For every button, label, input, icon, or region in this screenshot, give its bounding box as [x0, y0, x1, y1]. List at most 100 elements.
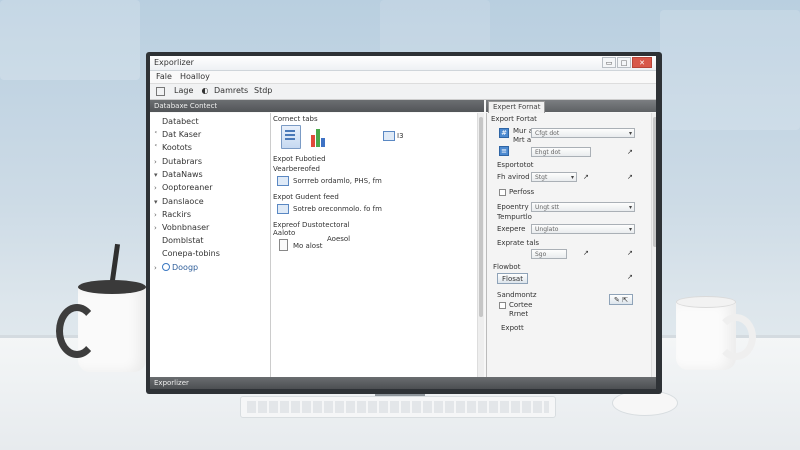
tree-item-label: Kootots	[162, 143, 192, 152]
chevron-down-icon: ▾	[628, 204, 632, 211]
tree-item-selected[interactable]: › Doogp	[154, 263, 198, 272]
export-format-icon[interactable]	[277, 204, 289, 214]
tree-item[interactable]: Conepa-tobins	[162, 249, 220, 258]
vertical-scrollbar[interactable]	[651, 113, 656, 383]
chevron-icon: ›	[154, 184, 157, 192]
chevron-icon: ›	[154, 158, 157, 166]
mug-rim	[676, 296, 736, 308]
gear-icon[interactable]: ◐	[200, 86, 210, 96]
export-format-icon[interactable]	[277, 176, 289, 186]
edit-button[interactable]: ✎ ⇱	[609, 294, 633, 305]
dropdown-value: Unglato	[535, 226, 559, 233]
cortee-checkbox[interactable]	[499, 302, 506, 309]
tree-item-label: Dat Kaser	[162, 130, 202, 139]
export-label[interactable]: Expott	[501, 324, 524, 332]
document-icon[interactable]	[281, 125, 301, 149]
arrow-icon[interactable]: ↗	[627, 173, 633, 181]
option-label: Sandmontz	[497, 291, 537, 299]
arrow-icon[interactable]: ↗	[627, 148, 633, 156]
tree-item[interactable]: › Vobnbnaser	[154, 223, 209, 232]
connect-tabs-title: Cornect tabs	[273, 115, 318, 123]
export-content-pane: Cornect tabs I3 Expot Fubotied Vearbereo…	[271, 113, 484, 383]
section-title: Vearbereofed	[273, 165, 320, 173]
section-title: Esportotot	[497, 161, 534, 169]
scrollbar-thumb[interactable]	[653, 117, 656, 247]
chevron-icon: ▾	[154, 171, 158, 179]
toolbar: Lage ◐ Damrets Stdp	[150, 84, 656, 100]
tree-item[interactable]: Domblstat	[162, 236, 204, 245]
arrow-icon[interactable]: ↗	[627, 249, 633, 257]
chart-icon[interactable]	[309, 127, 327, 147]
checkbox-label: Cortee	[509, 301, 533, 309]
tree-item[interactable]: › Ooptoreaner	[154, 183, 213, 192]
save-icon[interactable]	[156, 87, 165, 96]
coffee-mug-left	[56, 243, 146, 372]
option-dropdown[interactable]: Stgt ▾	[531, 172, 577, 182]
option-label: Epoentry	[497, 203, 529, 211]
settings-icon[interactable]: ≡	[499, 146, 509, 156]
toolbar-page[interactable]: Lage	[174, 86, 193, 95]
mug-handle	[716, 314, 756, 360]
menu-history[interactable]: Hoalloy	[180, 72, 210, 81]
tree-item-label: Ooptoreaner	[162, 183, 213, 192]
option-dropdown[interactable]: Ungt stt ▾	[531, 202, 635, 212]
format-button[interactable]: Flosat	[497, 273, 528, 284]
chart-bar	[321, 138, 325, 147]
tree-item-label: Conepa-tobins	[162, 249, 220, 258]
export-option-text[interactable]: Mo alost	[293, 242, 322, 250]
option-dropdown[interactable]: Sgo	[531, 249, 567, 259]
toolbar-documents[interactable]: Damrets	[214, 86, 248, 95]
hash-icon[interactable]: #	[499, 128, 509, 138]
tree-item[interactable]: ▾ Danslaoce	[154, 197, 204, 206]
checkbox-label: Perfoss	[509, 188, 535, 196]
table-icon[interactable]	[383, 131, 395, 141]
export-option-text[interactable]: Sorrreb ordamlo, PHS, fm	[293, 177, 382, 185]
option-dropdown[interactable]: Unglato ▾	[531, 224, 635, 234]
minimize-button[interactable]: ▭	[602, 57, 616, 68]
close-button[interactable]: ✕	[632, 57, 652, 68]
option-label: Mur a	[513, 127, 533, 135]
chevron-down-icon: ▾	[570, 174, 574, 181]
arrow-icon[interactable]: ↗	[583, 249, 589, 257]
app-window: Exporlizer ▭ □ ✕ Fale Hoalloy Lage ◐ Dam…	[150, 56, 656, 389]
tree-item[interactable]: Databect	[154, 117, 199, 126]
dropdown-value: Cfgt dot	[535, 130, 560, 137]
section-title: Flowbot	[493, 263, 521, 271]
tree-item[interactable]: ˂ Kootots	[154, 143, 192, 152]
vertical-scrollbar[interactable]	[477, 113, 484, 383]
chevron-icon: ▾	[154, 198, 158, 206]
file-icon[interactable]	[279, 239, 288, 251]
format-dropdown[interactable]: Cfgt dot ▾	[531, 128, 635, 138]
export-option-text[interactable]: Sotreb oreconmolo. fo fm	[293, 205, 382, 213]
menu-file[interactable]: Fale	[156, 72, 172, 81]
tree-item[interactable]: ▾ DataNaws	[154, 170, 203, 179]
arrow-icon[interactable]: ↗	[583, 173, 589, 181]
option-label: Exepere	[497, 225, 526, 233]
right-panel-header: Expert Fornat	[486, 100, 656, 113]
tree-item[interactable]: › Rackirs	[154, 210, 191, 219]
menu-bar: Fale Hoalloy	[150, 71, 656, 84]
globe-icon	[162, 263, 170, 271]
button-label: Flosat	[502, 275, 523, 283]
scrollbar-thumb[interactable]	[479, 117, 483, 317]
option-label: Exprate tals	[497, 239, 540, 247]
option-dropdown[interactable]: Ehgt dot	[531, 147, 591, 157]
arrow-icon[interactable]: ↗	[627, 273, 633, 281]
perfoss-checkbox[interactable]	[499, 189, 506, 196]
option-label: Mrt a	[513, 136, 532, 144]
tree-item[interactable]: › Dutabrars	[154, 157, 202, 166]
maximize-button[interactable]: □	[617, 57, 631, 68]
toolbar-step[interactable]: Stdp	[254, 86, 272, 95]
tree-item[interactable]: ˂ Dat Kaser	[154, 130, 201, 139]
tree-item-label: Doogp	[172, 263, 199, 272]
status-bar: Exporlizer	[150, 377, 656, 389]
background-window	[660, 10, 800, 130]
dropdown-value: Ungt stt	[535, 204, 560, 211]
export-published-title: Expot Fubotied	[273, 155, 326, 163]
tab-export-format[interactable]: Expert Fornat	[488, 101, 546, 113]
window-title: Exporlizer	[154, 58, 194, 67]
keyboard-keys	[247, 401, 549, 413]
title-bar: Exporlizer ▭ □ ✕	[150, 56, 656, 71]
tree-item-label: Dutabrars	[162, 157, 202, 166]
background-window	[0, 0, 140, 80]
